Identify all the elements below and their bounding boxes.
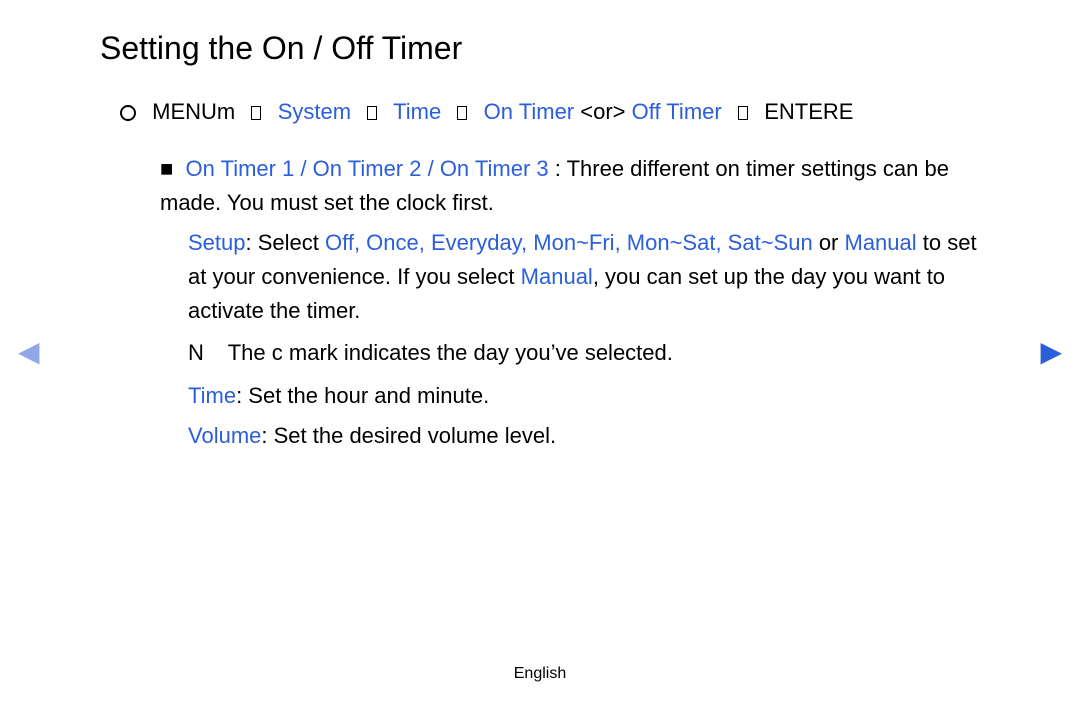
volume-row: Volume: Set the desired volume level.: [188, 419, 980, 453]
time-desc: : Set the hour and minute.: [236, 383, 489, 408]
setup-label: Setup: [188, 230, 246, 255]
arrow-sep-icon: [738, 106, 748, 120]
time-label: Time: [188, 383, 236, 408]
volume-desc: : Set the desired volume level.: [261, 423, 556, 448]
footer-language: English: [0, 665, 1080, 683]
bullet-icon: ■: [160, 156, 173, 181]
nav-marker: [120, 95, 146, 128]
nav-or: <or>: [580, 99, 625, 124]
arrow-sep-icon: [367, 106, 377, 120]
arrow-sep-icon: [457, 106, 467, 120]
page-title: Setting the On / Off Timer: [100, 30, 980, 67]
check-glyph: c: [272, 340, 283, 365]
time-row: Time: Set the hour and minute.: [188, 379, 980, 413]
note-pre: The: [228, 340, 266, 365]
timer-description: ■ On Timer 1 / On Timer 2 / On Timer 3 :…: [160, 152, 980, 220]
setup-options: Off, Once, Everyday, Mon~Fri, Mon~Sat, S…: [325, 230, 813, 255]
arrow-sep-icon: [251, 106, 261, 120]
next-page-arrow[interactable]: ▶: [1040, 335, 1062, 368]
note-marker: N: [188, 336, 222, 370]
nav-system: System: [278, 99, 351, 124]
timer-names: On Timer 1 / On Timer 2 / On Timer 3: [186, 156, 549, 181]
breadcrumb: MENUm System Time On Timer <or> Off Time…: [120, 95, 980, 128]
nav-off-timer: Off Timer: [632, 99, 722, 124]
nav-enter: ENTERE: [764, 99, 853, 124]
setup-or: or: [813, 230, 845, 255]
nav-on-timer: On Timer: [484, 99, 574, 124]
volume-label: Volume: [188, 423, 261, 448]
nav-menu: MENUm: [152, 99, 235, 124]
note-post: mark indicates the day you’ve selected.: [289, 340, 673, 365]
note-row: N The c mark indicates the day you’ve se…: [188, 336, 980, 370]
nav-time: Time: [393, 99, 441, 124]
prev-page-arrow[interactable]: ◀: [18, 335, 40, 368]
setup-manual-1: Manual: [845, 230, 917, 255]
setup-select: : Select: [246, 230, 319, 255]
setup-manual-2: Manual: [521, 264, 593, 289]
setup-row: Setup: Select Off, Once, Everyday, Mon~F…: [188, 226, 980, 328]
